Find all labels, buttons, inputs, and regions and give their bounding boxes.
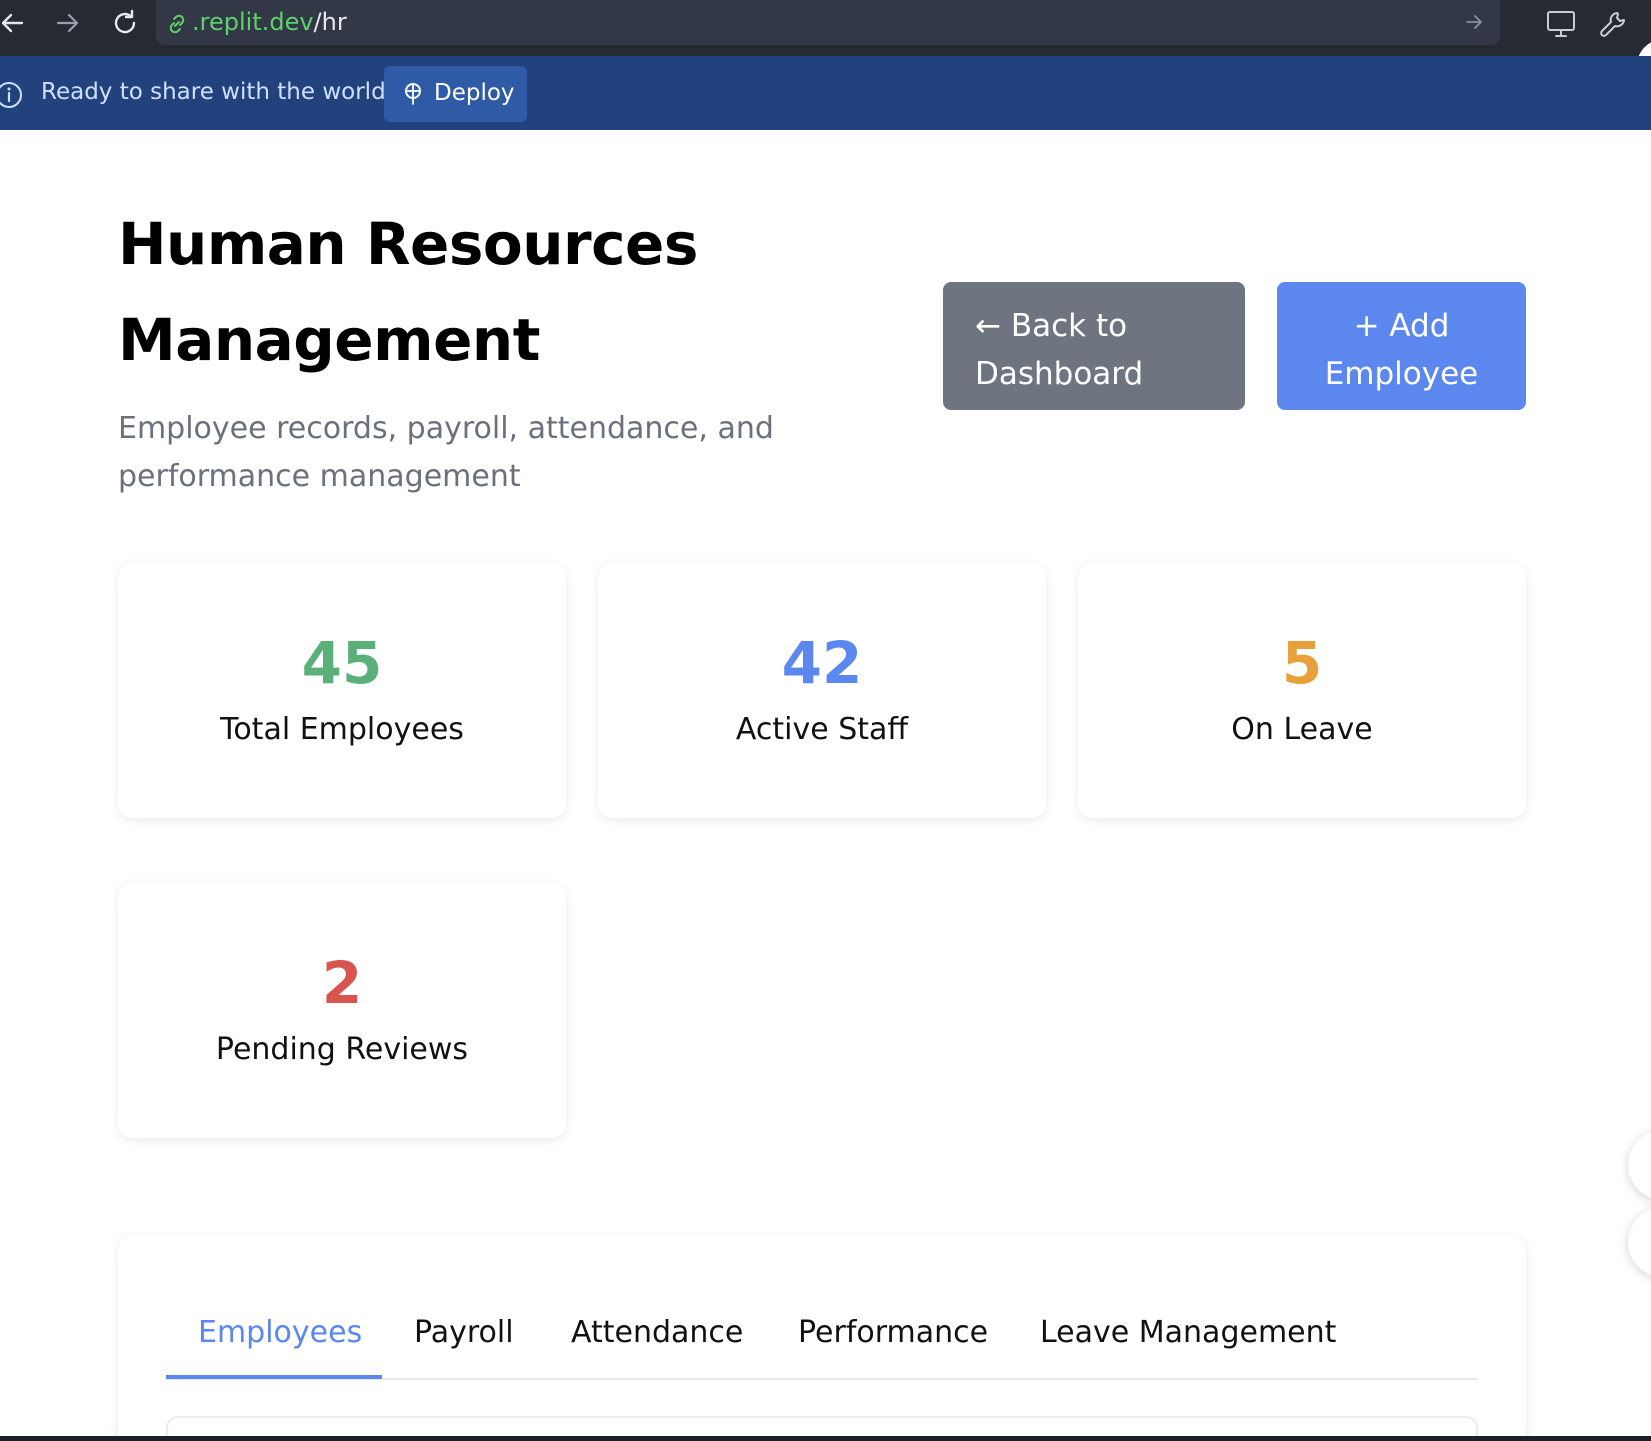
link-icon bbox=[166, 13, 188, 39]
stat-card-pending-reviews: 2 Pending Reviews bbox=[118, 883, 566, 1138]
deploy-label: Deploy bbox=[434, 80, 515, 106]
active-tab-indicator bbox=[166, 1375, 382, 1379]
floating-widget-button[interactable] bbox=[1628, 1130, 1651, 1200]
stat-label: Active Staff bbox=[735, 712, 909, 747]
back-arrow-icon[interactable] bbox=[0, 6, 30, 40]
stat-value: 45 bbox=[301, 629, 383, 697]
hr-tabs-panel: Employees Payroll Attendance Performance… bbox=[118, 1236, 1526, 1441]
wrench-icon[interactable] bbox=[1597, 8, 1629, 40]
tab-payroll[interactable]: Payroll bbox=[414, 1311, 514, 1355]
stat-value: 2 bbox=[321, 949, 363, 1017]
back-to-dashboard-label: ← Back to Dashboard bbox=[975, 308, 1144, 392]
stat-value: 5 bbox=[1281, 629, 1323, 697]
stat-card-active-staff: 42 Active Staff bbox=[598, 563, 1046, 818]
url-path: /hr bbox=[313, 8, 347, 36]
banner-message: Ready to share with the world? bbox=[41, 79, 398, 105]
stat-label: Total Employees bbox=[220, 712, 464, 747]
deploy-banner: Ready to share with the world? Deploy bbox=[0, 56, 1651, 130]
bottom-edge-bar bbox=[0, 1436, 1651, 1441]
address-bar[interactable]: .replit.dev/hr bbox=[156, 0, 1500, 45]
stat-label: Pending Reviews bbox=[215, 1032, 469, 1067]
monitor-icon[interactable] bbox=[1545, 8, 1577, 40]
tab-attendance[interactable]: Attendance bbox=[571, 1311, 743, 1355]
reload-icon[interactable] bbox=[108, 6, 142, 40]
floating-collapse-button[interactable] bbox=[1628, 1207, 1651, 1277]
add-employee-button[interactable]: + Add Employee bbox=[1277, 282, 1526, 410]
url-host: .replit.dev bbox=[192, 8, 314, 36]
add-employee-label: + Add Employee bbox=[1324, 308, 1479, 392]
tab-performance[interactable]: Performance bbox=[798, 1311, 988, 1355]
stat-card-on-leave: 5 On Leave bbox=[1078, 563, 1526, 818]
stat-card-total-employees: 45 Total Employees bbox=[118, 563, 566, 818]
tab-employees[interactable]: Employees bbox=[198, 1311, 362, 1355]
page-title: Human Resources Management bbox=[118, 210, 698, 374]
back-to-dashboard-button[interactable]: ← Back to Dashboard bbox=[943, 282, 1245, 410]
deploy-button[interactable]: Deploy bbox=[384, 66, 527, 122]
url-go-arrow-icon[interactable] bbox=[1464, 12, 1484, 36]
browser-toolbar: .replit.dev/hr bbox=[0, 0, 1651, 96]
stat-label: On Leave bbox=[1231, 712, 1373, 747]
tab-leave-management[interactable]: Leave Management bbox=[1040, 1311, 1336, 1355]
forward-arrow-icon[interactable] bbox=[50, 6, 84, 40]
url-text: .replit.dev/hr bbox=[192, 8, 347, 36]
info-icon bbox=[0, 80, 24, 114]
deploy-icon bbox=[402, 82, 424, 110]
page-subtitle: Employee records, payroll, attendance, a… bbox=[118, 411, 774, 494]
stat-value: 42 bbox=[781, 629, 863, 697]
